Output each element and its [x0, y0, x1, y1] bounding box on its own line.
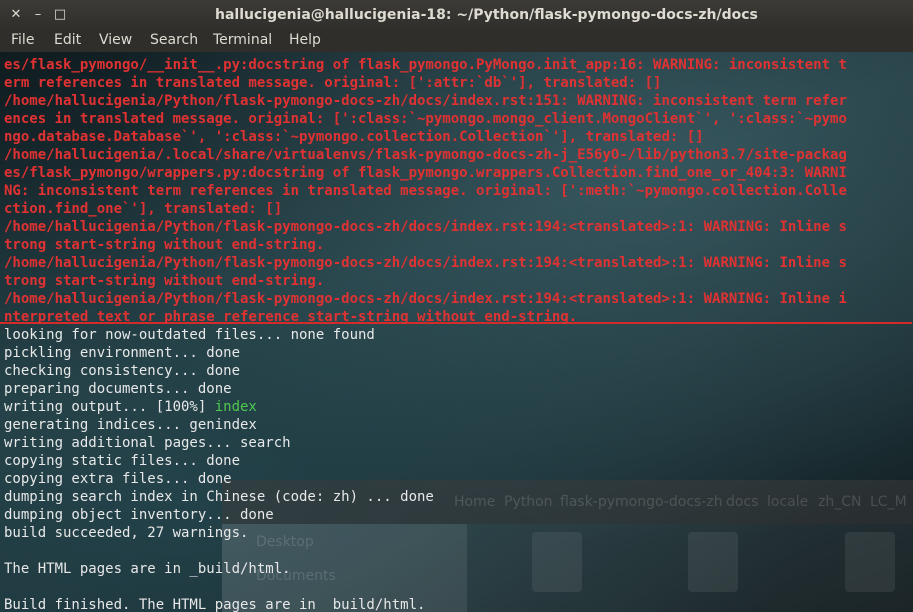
output-line: checking consistency... done	[4, 363, 241, 379]
menu-bar: File Edit View Search Terminal Help	[0, 30, 913, 52]
menu-file[interactable]: File	[11, 32, 34, 48]
background-file-icon	[845, 532, 895, 592]
menu-view[interactable]: View	[99, 32, 132, 48]
warning-line: trong start-string without end-string.	[4, 237, 325, 253]
writing-output-prefix: writing output... [100%]	[4, 399, 215, 415]
warning-line: ngo.database.Database`', ':class:`~pymon…	[4, 129, 704, 145]
warning-line: es/flask_pymongo/wrappers.py:docstring o…	[4, 165, 847, 181]
title-bar: ✕ – □ hallucigenia@hallucigenia-18: ~/Py…	[0, 0, 913, 30]
output-line: dumping search index in Chinese (code: z…	[4, 489, 434, 505]
menu-help[interactable]: Help	[289, 32, 321, 48]
menu-terminal[interactable]: Terminal	[213, 32, 272, 48]
warning-line: /home/hallucigenia/.local/share/virtuale…	[4, 147, 847, 163]
writing-output-highlight: index	[214, 399, 257, 415]
maximize-icon[interactable]: □	[52, 7, 68, 23]
output-line: build succeeded, 27 warnings.	[4, 525, 249, 541]
warning-line: /home/hallucigenia/Python/flask-pymongo-…	[4, 93, 847, 109]
warning-line: erm references in translated message. or…	[4, 75, 662, 91]
output-line: copying extra files... done	[4, 471, 232, 487]
warning-line: es/flask_pymongo/__init__.py:docstring o…	[4, 57, 847, 73]
output-line-writing: writing output... [100%] index	[4, 398, 847, 416]
output-line: The HTML pages are in _build/html.	[4, 561, 291, 577]
output-line: looking for now-outdated files... none f…	[4, 327, 375, 343]
minimize-icon[interactable]: –	[30, 7, 46, 23]
output-line: copying static files... done	[4, 453, 241, 469]
warning-line: ences in translated message. original: […	[4, 111, 847, 127]
output-line: writing additional pages... search	[4, 435, 291, 451]
terminal-output[interactable]: Home Python flask-pymongo-docs-zh docs l…	[0, 52, 913, 612]
output-line: pickling environment... done	[4, 345, 241, 361]
warning-line: trong start-string without end-string.	[4, 273, 325, 289]
output-line: preparing documents... done	[4, 381, 232, 397]
warning-line: NG: inconsistent term references in tran…	[4, 183, 847, 199]
output-line	[4, 542, 847, 560]
window-title: hallucigenia@hallucigenia-18: ~/Python/f…	[215, 7, 758, 23]
warning-line: ction.find_one`'], translated: []	[4, 201, 283, 217]
output-line: dumping object inventory... done	[4, 507, 274, 523]
warning-line: /home/hallucigenia/Python/flask-pymongo-…	[4, 255, 847, 271]
background-breadcrumb-6: LC_M	[870, 494, 907, 510]
warning-line: nterpreted text or phrase reference star…	[4, 309, 578, 325]
warning-line: /home/hallucigenia/Python/flask-pymongo-…	[4, 219, 847, 235]
output-line: generating indices... genindex	[4, 417, 257, 433]
output-line	[4, 578, 847, 596]
menu-search[interactable]: Search	[150, 32, 198, 48]
output-line: Build finished. The HTML pages are in _b…	[4, 597, 426, 612]
menu-edit[interactable]: Edit	[54, 32, 81, 48]
close-icon[interactable]: ✕	[8, 7, 24, 23]
terminal-lines: es/flask_pymongo/__init__.py:docstring o…	[4, 56, 847, 612]
warning-line: /home/hallucigenia/Python/flask-pymongo-…	[4, 291, 847, 307]
